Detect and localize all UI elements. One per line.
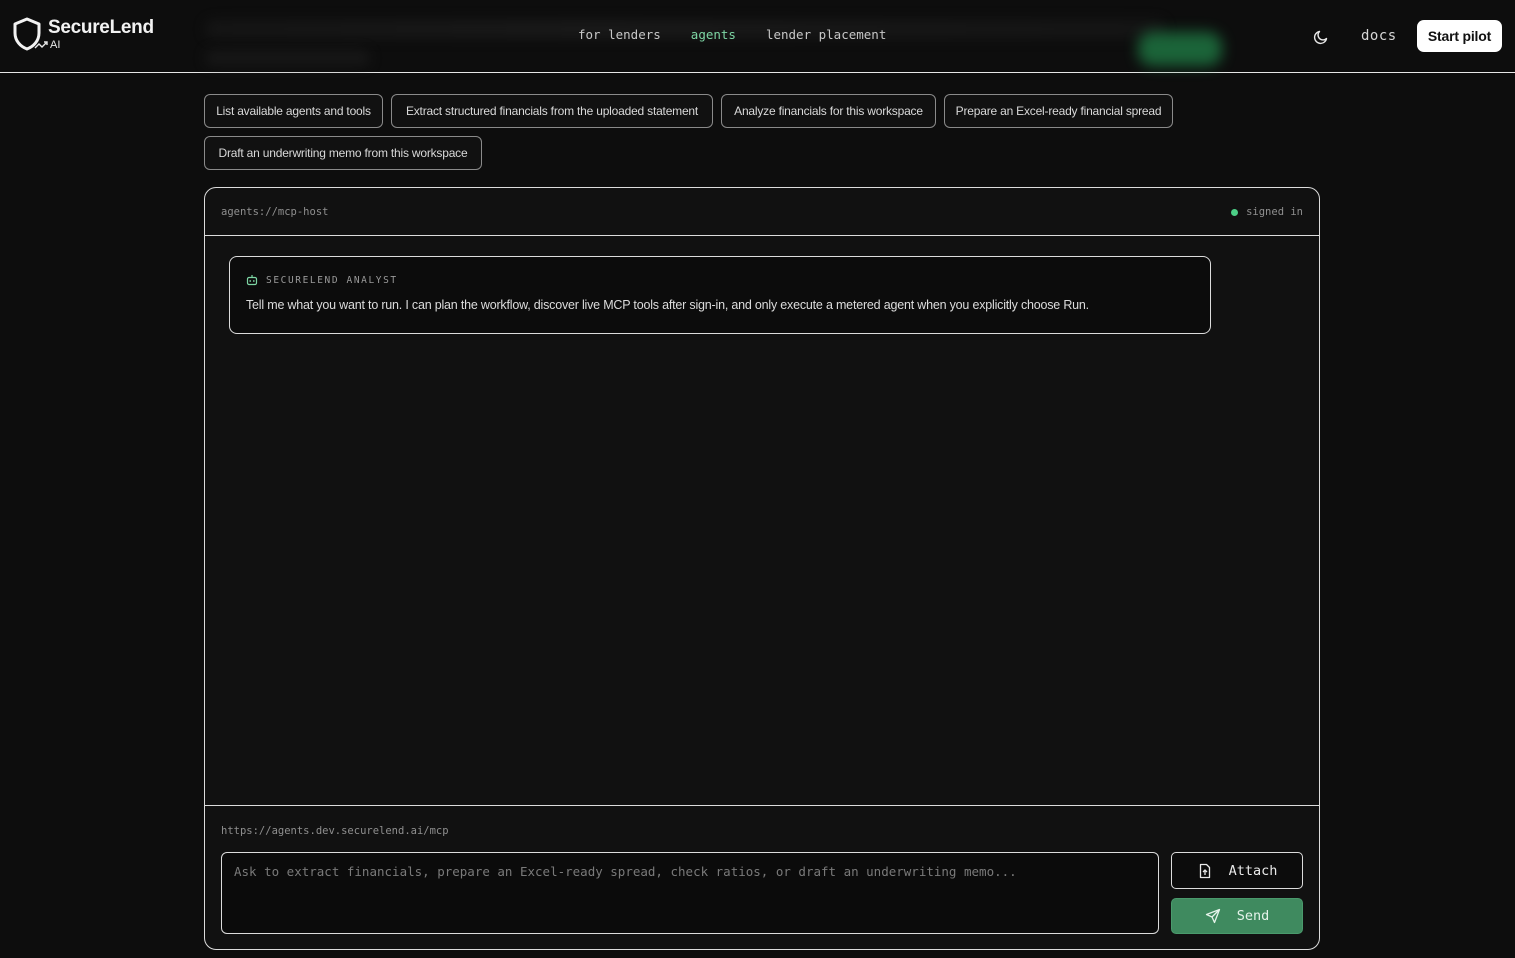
blurred-background-text [205, 50, 370, 66]
panel-header: agents://mcp-host signed in [205, 188, 1319, 236]
brand-name: SecureLend [48, 16, 154, 38]
nav-item-lender-placement[interactable]: lender placement [766, 27, 886, 42]
start-pilot-button[interactable]: Start pilot [1417, 20, 1502, 52]
moon-icon [1313, 30, 1328, 45]
suggestion-chip[interactable]: Analyze financials for this workspace [721, 94, 936, 128]
send-button[interactable]: Send [1171, 898, 1303, 934]
nav-item-agents[interactable]: agents [691, 27, 736, 42]
theme-toggle-button[interactable] [1310, 26, 1332, 48]
suggestion-chip[interactable]: List available agents and tools [204, 94, 383, 128]
suggestion-chip[interactable]: Prepare an Excel-ready financial spread [944, 94, 1173, 128]
prompt-input[interactable] [221, 852, 1159, 934]
attach-label: Attach [1228, 862, 1278, 879]
message-author: SECURELEND ANALYST [266, 274, 398, 286]
attach-button[interactable]: Attach [1171, 852, 1303, 889]
assistant-message: SECURELEND ANALYST Tell me what you want… [229, 256, 1211, 334]
docs-link[interactable]: docs [1361, 28, 1397, 44]
trend-icon [34, 41, 48, 49]
file-upload-icon [1199, 863, 1210, 878]
suggestion-chip[interactable]: Extract structured financials from the u… [391, 94, 713, 128]
agent-chat-panel: agents://mcp-host signed in SECURELEND A… [204, 187, 1320, 950]
host-path: agents://mcp-host [221, 206, 329, 218]
top-nav: SecureLend AI for lenders agents lender … [0, 0, 1515, 73]
status-dot-icon [1231, 208, 1239, 216]
status-text: signed in [1246, 206, 1303, 218]
message-text: Tell me what you want to run. I can plan… [246, 298, 1089, 312]
nav-item-for-lenders[interactable]: for lenders [578, 27, 661, 42]
send-icon [1205, 908, 1220, 924]
glow-decoration [1138, 32, 1222, 66]
brand-logo[interactable]: SecureLend AI [12, 16, 154, 52]
send-label: Send [1236, 908, 1270, 924]
endpoint-url: https://agents.dev.securelend.ai/mcp [221, 825, 449, 837]
composer: https://agents.dev.securelend.ai/mcp Att… [205, 805, 1319, 949]
bot-icon [246, 275, 258, 286]
suggestion-chip[interactable]: Draft an underwriting memo from this wor… [204, 136, 482, 170]
brand-sub: AI [50, 38, 61, 51]
primary-nav: for lenders agents lender placement [578, 27, 886, 42]
status-badge: signed in [1231, 206, 1303, 218]
